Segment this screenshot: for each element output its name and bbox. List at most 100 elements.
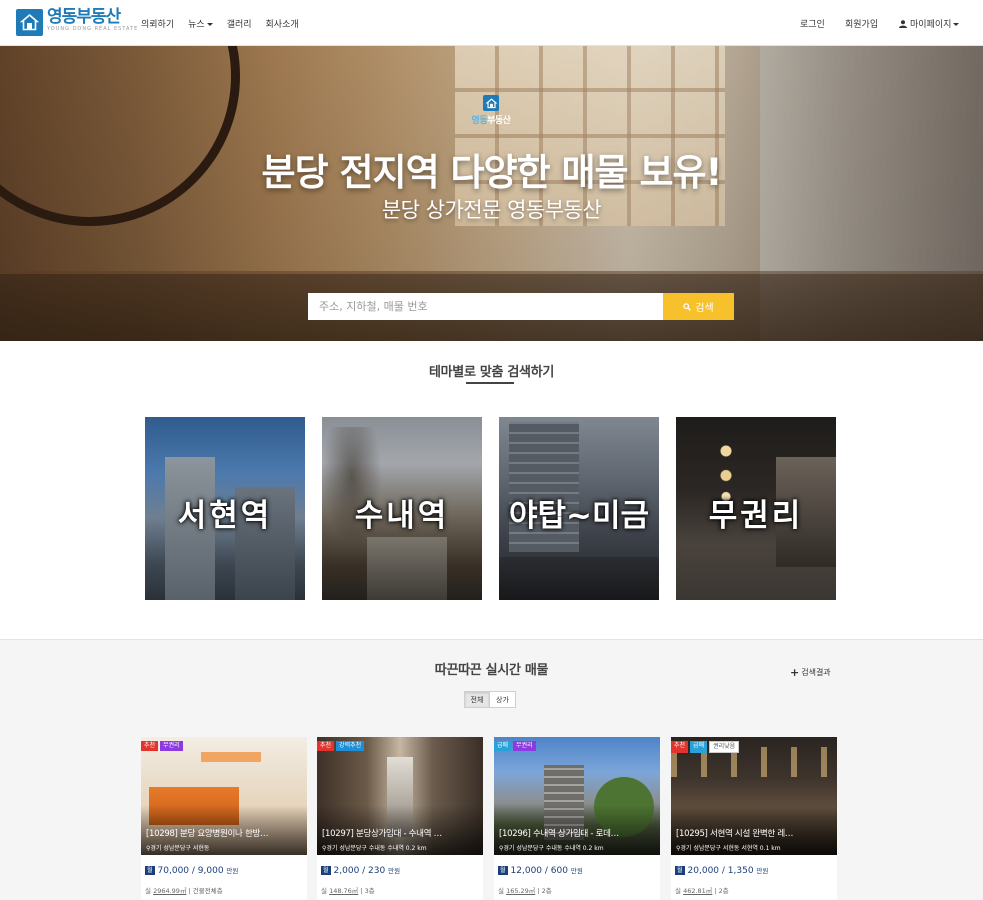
area-prefix: 실 <box>145 887 151 895</box>
filter-store[interactable]: 상가 <box>490 691 516 708</box>
caret-down-icon <box>206 23 213 26</box>
price-unit: 만원 <box>226 867 239 875</box>
listing-area: 실 165.29㎡ | 2층 <box>498 885 552 895</box>
top-navbar: 영동부동산 YOUNG DONG REAL ESTATE 의뢰하기 뉴스 갤러리… <box>0 0 983 46</box>
area-prefix: 실 <box>498 887 504 895</box>
listing-title: [10296] 수내역 상가임대 - 로데… <box>499 829 619 839</box>
filter-all[interactable]: 전체 <box>464 691 490 708</box>
nav-news-label: 뉴스 <box>188 20 205 30</box>
theme-card-no-premium[interactable]: 무권리 <box>676 417 836 600</box>
hero-logo: 영동부동산 <box>465 95 517 126</box>
price-unit: 만원 <box>388 867 401 875</box>
house-logo-icon <box>483 95 499 111</box>
listing-title: [10295] 서현역 시설 완벽한 레… <box>676 829 794 839</box>
theme-card-yatap-migeum[interactable]: 야탑~미금 <box>499 417 659 600</box>
search-button[interactable]: 검색 <box>663 293 734 320</box>
caret-down-icon <box>953 23 960 26</box>
badge-no-premium: 무권리 <box>160 741 183 751</box>
price-value: 2,000 / 230 <box>333 866 386 876</box>
area-value: 2964.99㎡ <box>153 887 187 895</box>
listing-card[interactable]: 추천 강력추천 [10297] 분당상가임대 - 수내역 … ⚲경기 성남분당구… <box>317 737 483 900</box>
signup-link[interactable]: 회원가입 <box>845 17 878 30</box>
listing-price: 월 70,000 / 9,000 만원 <box>145 865 238 876</box>
nav-about[interactable]: 회사소개 <box>266 17 299 30</box>
theme-title-underline <box>466 382 514 384</box>
floor-value: | 2층 <box>714 887 729 895</box>
listing-card[interactable]: 추천 급매 권리낮음 [10295] 서현역 시설 완벽한 레… ⚲경기 성남분… <box>671 737 837 900</box>
listing-title: [10297] 분당상가임대 - 수내역 … <box>322 829 442 839</box>
area-value: 165.29㎡ <box>506 887 536 895</box>
area-prefix: 실 <box>321 887 327 895</box>
listing-photo: 추천 강력추천 [10297] 분당상가임대 - 수내역 … ⚲경기 성남분당구… <box>317 737 483 855</box>
listing-price: 월 20,000 / 1,350 만원 <box>675 865 768 876</box>
badge-urgent: 급매 <box>690 741 708 753</box>
listing-photo: 추천 무권리 [10298] 분당 요양병원이나 한방… ⚲경기 성남분당구 서… <box>141 737 307 855</box>
theme-card-sunae[interactable]: 수내역 <box>322 417 482 600</box>
area-value: 462.81㎡ <box>683 887 713 895</box>
badge-recommended: 추천 <box>671 741 689 753</box>
badge-recommended: 추천 <box>141 741 159 751</box>
theme-card-label: 무권리 <box>708 498 804 534</box>
price-type-tag: 월 <box>498 866 508 875</box>
theme-card-photo <box>499 557 659 600</box>
badge-recommended: 추천 <box>317 741 335 751</box>
house-logo-icon <box>16 9 43 36</box>
search-results-link[interactable]: + 검색결과 <box>790 666 831 679</box>
hero-logo-text-a: 영동 <box>471 116 488 126</box>
hero-logo-text-b: 부동산 <box>487 116 511 126</box>
listing-area: 실 2964.99㎡ | 건물전체층 <box>145 885 223 895</box>
search-icon <box>683 302 692 311</box>
price-unit: 만원 <box>756 867 769 875</box>
search-results-label: 검색결과 <box>801 668 831 677</box>
listing-price: 월 2,000 / 230 만원 <box>321 865 400 876</box>
price-value: 20,000 / 1,350 <box>687 866 754 876</box>
hero-title: 분당 전지역 다양한 매물 보유! <box>261 151 723 194</box>
price-value: 70,000 / 9,000 <box>157 866 224 876</box>
search-input[interactable] <box>308 293 663 320</box>
listing-badges: 추천 강력추천 <box>317 741 366 751</box>
nav-news-dropdown[interactable]: 뉴스 <box>188 17 213 30</box>
listing-location: ⚲경기 성남분당구 서현동 <box>146 843 209 852</box>
mypage-label: 마이페이지 <box>910 20 952 30</box>
nav-gallery[interactable]: 갤러리 <box>227 17 252 30</box>
price-type-tag: 월 <box>675 866 685 875</box>
floor-value: | 3층 <box>360 887 375 895</box>
listing-location-text: 경기 성남분당구 서현동 <box>150 845 210 852</box>
listing-location: ⚲경기 성남분당구 서현동 서현역 0.1 km <box>676 843 781 852</box>
listing-area: 실 148.76㎡ | 3층 <box>321 885 375 895</box>
theme-card-label: 야탑~미금 <box>508 498 650 534</box>
login-link[interactable]: 로그인 <box>800 17 825 30</box>
listing-location: ⚲경기 성남분당구 수내동 수내역 0.2 km <box>322 843 427 852</box>
theme-card-label: 수내역 <box>354 498 450 534</box>
listing-location: ⚲경기 성남분당구 수내동 수내역 0.2 km <box>499 843 604 852</box>
listing-photo: 급매 무권리 [10296] 수내역 상가임대 - 로데… ⚲경기 성남분당구 … <box>494 737 660 855</box>
theme-section-title: 테마별로 맞춤 검색하기 <box>428 365 555 380</box>
logo-name: 영동부동산 <box>47 7 121 27</box>
floor-value: | 2층 <box>537 887 552 895</box>
listing-photo-detail <box>201 752 261 762</box>
listing-photo: 추천 급매 권리낮음 [10295] 서현역 시설 완벽한 레… ⚲경기 성남분… <box>671 737 837 855</box>
area-prefix: 실 <box>675 887 681 895</box>
user-icon <box>899 20 907 28</box>
price-type-tag: 월 <box>145 866 155 875</box>
listing-card[interactable]: 급매 무권리 [10296] 수내역 상가임대 - 로데… ⚲경기 성남분당구 … <box>494 737 660 900</box>
listing-location-text: 경기 성남분당구 수내동 수내역 0.2 km <box>326 845 427 852</box>
listing-filter: 전체 상가 <box>464 691 516 708</box>
theme-card-label: 서현역 <box>177 498 273 534</box>
listing-card[interactable]: 추천 무권리 [10298] 분당 요양병원이나 한방… ⚲경기 성남분당구 서… <box>141 737 307 900</box>
hero-banner: 영동부동산 분당 전지역 다양한 매물 보유! 분당 상가전문 영동부동산 검색 <box>0 46 983 341</box>
theme-card-photo <box>367 537 447 600</box>
listing-location-text: 경기 성남분당구 수내동 수내역 0.2 km <box>503 845 604 852</box>
theme-card-seohyeon[interactable]: 서현역 <box>145 417 305 600</box>
search-button-label: 검색 <box>695 303 714 314</box>
hero-subtitle: 분당 상가전문 영동부동산 <box>381 198 602 222</box>
mypage-dropdown[interactable]: 마이페이지 <box>899 17 960 30</box>
floor-value: | 건물전체층 <box>188 887 223 895</box>
nav-request[interactable]: 의뢰하기 <box>141 17 174 30</box>
listing-price: 월 12,000 / 600 만원 <box>498 865 583 876</box>
plus-icon: + <box>790 666 800 679</box>
logo-subtitle: YOUNG DONG REAL ESTATE <box>47 26 139 32</box>
badge-urgent: 급매 <box>494 741 512 751</box>
badge-no-premium: 무권리 <box>513 741 536 751</box>
site-logo[interactable]: 영동부동산 YOUNG DONG REAL ESTATE <box>16 9 138 39</box>
